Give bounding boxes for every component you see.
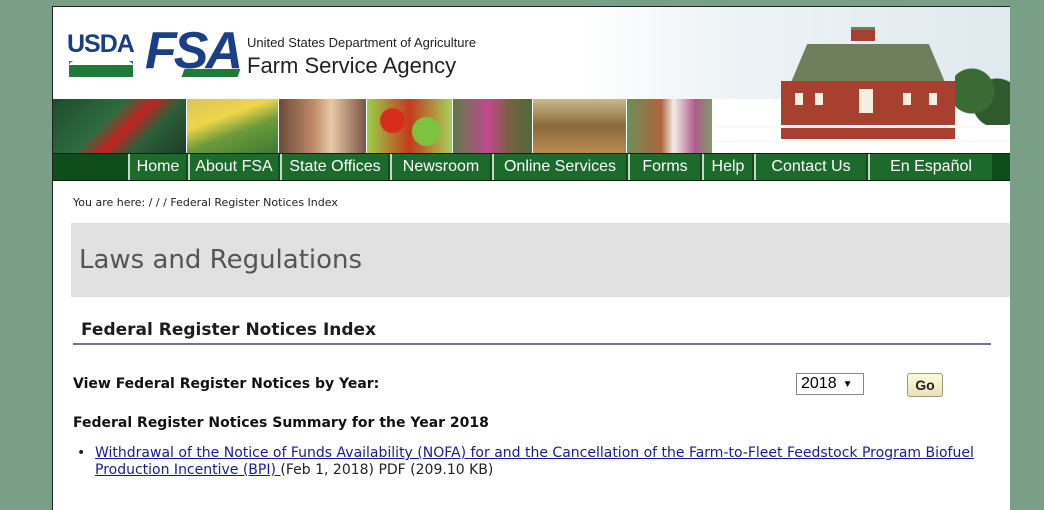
cardinal-bird-photo	[53, 99, 187, 153]
fsa-logo[interactable]: FSA	[145, 25, 243, 83]
nav-contact-us[interactable]: Contact Us	[754, 154, 866, 180]
notice-link[interactable]: Withdrawal of the Notice of Funds Availa…	[95, 445, 974, 478]
notice-list: • Withdrawal of the Notice of Funds Avai…	[77, 445, 977, 479]
go-button[interactable]: Go	[907, 373, 943, 397]
harvester-photo	[533, 99, 627, 153]
usda-logo-stripe	[69, 57, 133, 77]
page-title: Laws and Regulations	[79, 245, 363, 275]
cows-child-photo	[627, 99, 713, 153]
nav-forms[interactable]: Forms	[628, 154, 700, 180]
usda-logo[interactable]: USDA	[67, 31, 135, 81]
agency-name: Farm Service Agency	[247, 53, 457, 78]
summary-heading: Federal Register Notices Summary for the…	[73, 415, 489, 431]
year-select[interactable]: 2018 ▼	[796, 373, 864, 395]
chevron-down-icon: ▼	[842, 378, 853, 390]
white-fence	[713, 125, 1010, 143]
children-eating-photo	[279, 99, 367, 153]
year-filter-label: View Federal Register Notices by Year:	[73, 376, 380, 392]
nav-state-offices[interactable]: State Offices	[280, 154, 388, 180]
page-title-band: Laws and Regulations	[71, 223, 1010, 297]
photo-strip	[53, 99, 713, 153]
nav-en-espanol[interactable]: En Español	[868, 154, 992, 180]
department-name: United States Department of Agriculture	[247, 35, 477, 50]
main-nav: Home About FSA State Offices Newsroom On…	[53, 153, 1010, 181]
bullet-icon: •	[77, 445, 86, 461]
barn-cupola	[851, 27, 875, 41]
farmer-photo	[453, 99, 533, 153]
year-select-value: 2018	[801, 375, 837, 392]
breadcrumb: You are here: / / / Federal Register Not…	[73, 196, 338, 209]
nav-home[interactable]: Home	[128, 154, 186, 180]
nav-newsroom[interactable]: Newsroom	[390, 154, 490, 180]
barn-window	[859, 89, 873, 113]
corn-photo	[187, 99, 279, 153]
barn-illustration	[713, 7, 1010, 153]
nav-about-fsa[interactable]: About FSA	[188, 154, 278, 180]
fsa-logo-swoosh	[181, 69, 241, 77]
notice-content: Withdrawal of the Notice of Funds Availa…	[95, 445, 977, 479]
barn-window	[815, 93, 823, 105]
vegetables-photo	[367, 99, 453, 153]
nav-help[interactable]: Help	[702, 154, 752, 180]
list-item: • Withdrawal of the Notice of Funds Avai…	[77, 445, 977, 479]
section-heading-text: Federal Register Notices Index	[81, 320, 377, 340]
nav-online-services[interactable]: Online Services	[492, 154, 626, 180]
barn-window	[929, 93, 937, 105]
section-heading: Federal Register Notices Index	[73, 317, 991, 345]
notice-meta: (Feb 1, 2018) PDF (209.10 KB)	[280, 462, 494, 478]
barn-window	[795, 93, 803, 105]
barn-window	[903, 93, 911, 105]
usda-logo-text: USDA	[67, 30, 135, 58]
page-container: USDA FSA United States Department of Agr…	[52, 6, 1010, 510]
